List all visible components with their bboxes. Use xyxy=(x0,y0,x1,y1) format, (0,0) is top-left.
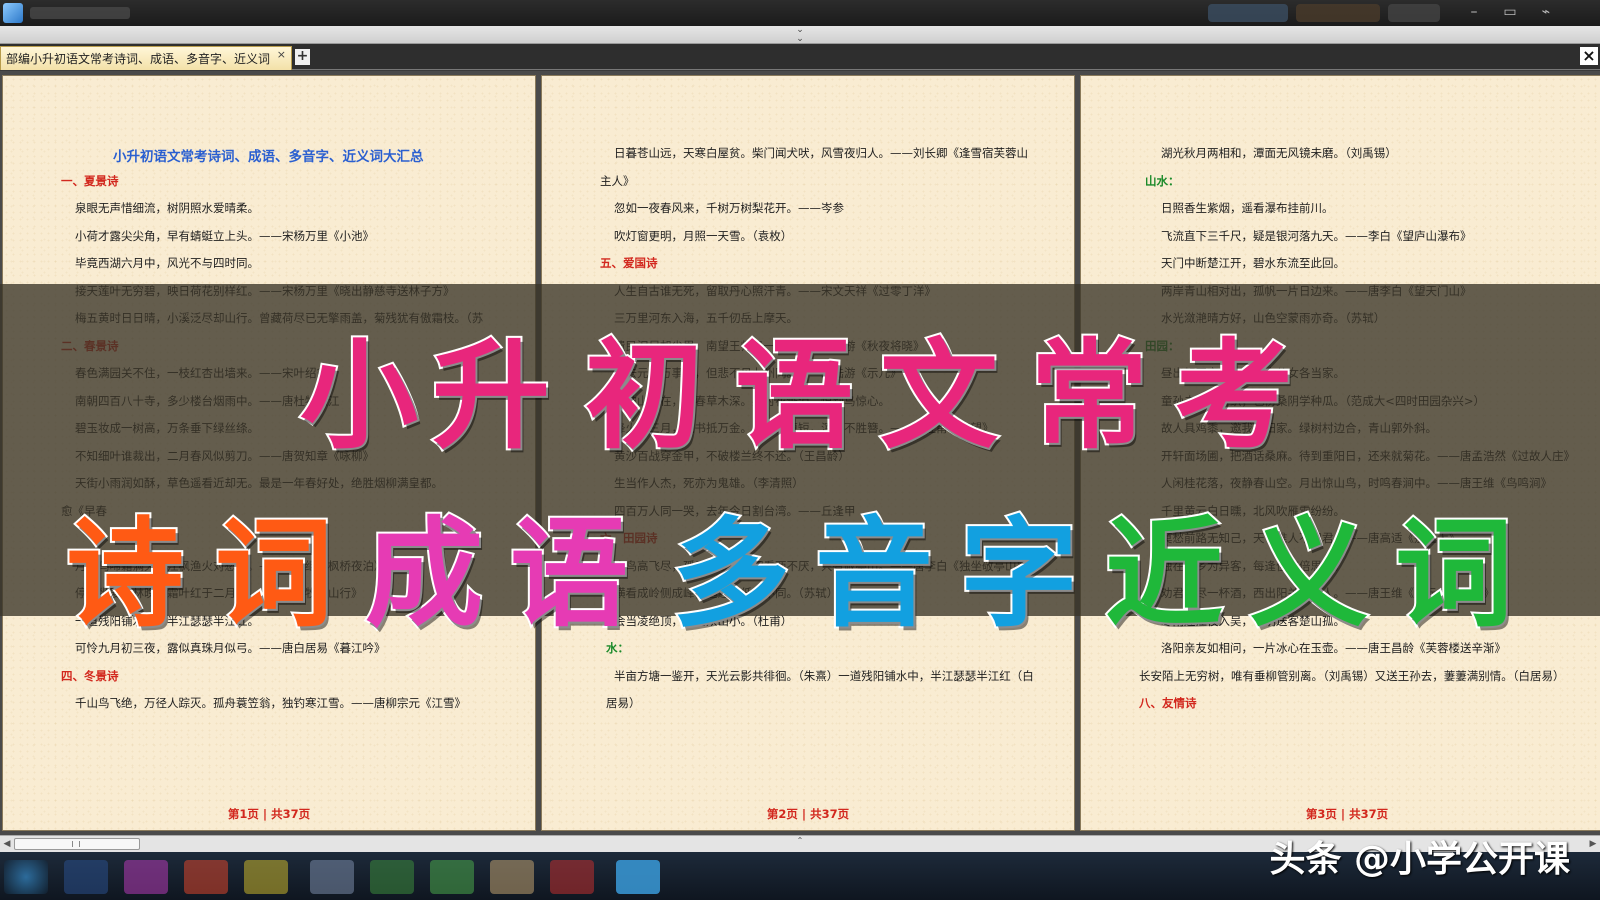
taskbar-app-icon[interactable] xyxy=(124,860,168,894)
banner-subtitle-char: 近 xyxy=(1103,503,1225,645)
app-icon xyxy=(3,3,23,23)
collapse-strip: ⌄ ⌄ xyxy=(0,26,1600,44)
banner-headline-char: 考 xyxy=(1173,325,1296,467)
body-line: 湖光秋月两相和，潭面无风镜未磨。（刘禹锡） xyxy=(1161,146,1397,160)
start-button-icon[interactable] xyxy=(4,860,48,894)
body-line: 泉眼无声惜细流，树阴照水爱晴柔。 xyxy=(75,201,259,215)
tab-close-icon[interactable]: × xyxy=(277,48,286,61)
screen: – ▭ ⌁ ⌄ ⌄ 部编小升初语文常考诗词、成语、多音字、近义词 × + × 小升… xyxy=(0,0,1600,900)
body-line: 天门中断楚江开，碧水东流至此回。 xyxy=(1161,256,1345,270)
document-tab-label: 部编小升初语文常考诗词、成语、多音字、近义词 xyxy=(6,52,271,66)
close-document-icon[interactable]: × xyxy=(1580,47,1598,65)
minimize-icon[interactable]: – xyxy=(1462,2,1486,22)
document-tab[interactable]: 部编小升初语文常考诗词、成语、多音字、近义词 × xyxy=(0,46,292,70)
banner-headline-char: 文 xyxy=(878,325,1001,467)
taskbar-app-icon[interactable] xyxy=(370,860,414,894)
tab-bar: 部编小升初语文常考诗词、成语、多音字、近义词 × + × xyxy=(0,44,1600,70)
blurred-window-title xyxy=(30,7,130,19)
section-heading: 四、冬景诗 xyxy=(61,668,119,683)
taskbar-app-icon[interactable] xyxy=(490,860,534,894)
add-tab-button[interactable]: + xyxy=(295,49,310,65)
watermark: 头条 @小学公开课 xyxy=(1269,839,1570,880)
banner-headline-char: 初 xyxy=(583,325,706,467)
taskbar-app-icon[interactable] xyxy=(310,860,354,894)
taskbar-app-icon[interactable] xyxy=(184,860,228,894)
body-line: 居易） xyxy=(606,696,641,710)
taskbar-app-icon[interactable] xyxy=(64,860,108,894)
expand-toggle-icon[interactable]: ⌃ xyxy=(793,836,807,845)
taskbar-app-icon-active[interactable] xyxy=(616,860,660,894)
banner-headline-char: 升 xyxy=(430,325,553,467)
collapse-toggle-icon[interactable]: ⌄ ⌄ xyxy=(793,26,807,44)
subsection-heading: 山水： xyxy=(1145,173,1180,188)
banner-subtitle-char: 成 xyxy=(363,503,485,645)
banner-subtitle-char: 音 xyxy=(813,503,935,645)
banner-headline-char: 常 xyxy=(1028,325,1151,467)
banner-subtitle-char: 多 xyxy=(670,503,792,645)
taskbar-app-icon[interactable] xyxy=(430,860,474,894)
scroll-grip-icon xyxy=(72,841,80,847)
banner-subtitle-char: 语 xyxy=(508,503,630,645)
page-number: 第1页 | 共37页 xyxy=(227,807,311,821)
document-title: 小升初语文常考诗词、成语、多音字、近义词大汇总 xyxy=(113,149,424,165)
banner-subtitle-char: 诗 xyxy=(64,503,186,645)
restore-icon[interactable]: ▭ xyxy=(1498,2,1522,22)
body-line: 毕竟西湖六月中，风光不与四时同。 xyxy=(75,256,259,270)
section-heading: 八、友情诗 xyxy=(1139,696,1197,710)
tray-item-blurred[interactable] xyxy=(1208,4,1288,22)
body-line: 日照香生紫烟，遥看瀑布挂前川。 xyxy=(1161,201,1334,215)
taskbar-app-icon[interactable] xyxy=(244,860,288,894)
scroll-right-icon[interactable]: ▶ xyxy=(1586,836,1600,852)
body-line: 吹灯窗更明，月照一天雪。（袁枚） xyxy=(614,228,793,243)
body-line: 小荷才露尖尖角，早有蜻蜓立上头。——宋杨万里《小池》 xyxy=(75,228,374,243)
banner-subtitle-char: 义 xyxy=(1248,503,1370,645)
body-line: 忽如一夜春风来，千树万树梨花开。——岑参 xyxy=(614,201,844,215)
banner-subtitle-char: 字 xyxy=(958,503,1080,645)
pin-icon[interactable]: ⌁ xyxy=(1534,2,1558,22)
scrollbar-thumb[interactable] xyxy=(14,838,140,850)
body-line: 主人》 xyxy=(600,173,635,188)
body-line: 日暮苍山远，天寒白屋贫。柴门闻犬吠，风雪夜归人。——刘长卿《逢雪宿芙蓉山 xyxy=(614,146,1028,160)
tray-item-blurred[interactable] xyxy=(1388,4,1440,22)
body-line: 半亩方塘一鉴开，天光云影共徘徊。（朱熹）一道残阳铺水中，半江瑟瑟半江红（白 xyxy=(614,668,1034,683)
body-line: 飞流直下三千尺，疑是银河落九天。——李白《望庐山瀑布》 xyxy=(1161,228,1472,243)
page-number: 第2页 | 共37页 xyxy=(766,807,850,821)
tray-item-blurred[interactable] xyxy=(1296,4,1380,22)
taskbar-app-icon[interactable] xyxy=(550,860,594,894)
banner-headline-char: 小 xyxy=(298,325,421,467)
banner-subtitle-char: 词 xyxy=(1393,503,1515,645)
body-line: 千山鸟飞绝，万径人踪灭。孤舟蓑笠翁，独钓寒江雪。——唐柳宗元《江雪》 xyxy=(75,696,466,710)
page-number: 第3页 | 共37页 xyxy=(1305,807,1389,821)
section-heading: 五、爱国诗 xyxy=(600,256,658,270)
body-line: 长安陌上无穷树，唯有垂柳管别离。（刘禹锡）又送王孙去，萋萋满别情。（白居易） xyxy=(1139,668,1565,683)
banner-subtitle-char: 词 xyxy=(213,503,335,645)
scroll-left-icon[interactable]: ◀ xyxy=(0,836,14,852)
banner-headline-char: 语 xyxy=(733,325,856,467)
window-title-bar: – ▭ ⌁ xyxy=(0,0,1600,26)
section-heading: 一、夏景诗 xyxy=(61,173,119,188)
